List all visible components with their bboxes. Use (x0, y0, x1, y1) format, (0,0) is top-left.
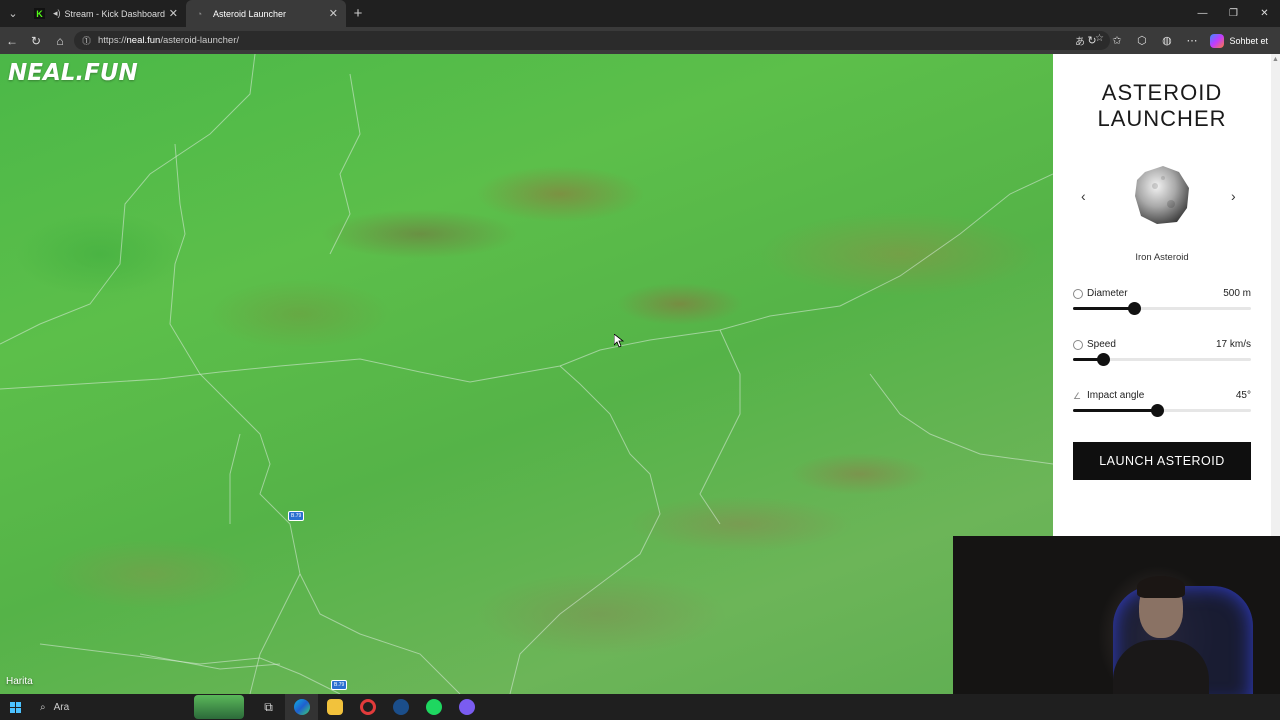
browser-tab-strip: ⌄ K ◂) Stream - Kick Dashboard ✕ ◔ Aster… (0, 0, 1280, 27)
launch-asteroid-button[interactable]: LAUNCH ASTEROID (1073, 442, 1251, 480)
file-explorer-icon[interactable] (318, 694, 351, 720)
impact-angle-slider[interactable] (1073, 404, 1251, 417)
task-view-icon[interactable]: ⧉ (252, 694, 285, 720)
road-badge: B.79 (331, 680, 348, 690)
control-panel: ASTEROID LAUNCHER ‹ › Iron Asteroid Diam… (1053, 54, 1271, 536)
diameter-icon (1073, 288, 1083, 299)
kick-favicon-icon: K (34, 8, 45, 19)
mouse-cursor-icon (614, 334, 624, 348)
asteroid-name: Iron Asteroid (1135, 252, 1189, 263)
tab-kick-dashboard[interactable]: K ◂) Stream - Kick Dashboard ✕ (26, 0, 186, 27)
speed-icon (1073, 339, 1083, 350)
next-asteroid-button[interactable]: › (1231, 188, 1236, 204)
previous-asteroid-button[interactable]: ‹ (1081, 188, 1086, 204)
streamer-hair (1137, 576, 1185, 598)
close-tab-icon[interactable]: ✕ (169, 7, 178, 20)
url-prefix: https:// (98, 35, 127, 46)
steam-icon[interactable] (384, 694, 417, 720)
profile-icon[interactable]: ◍ (1154, 34, 1179, 47)
copilot-button[interactable]: Sohbet et (1204, 33, 1280, 48)
speed-label: Speed (1087, 339, 1116, 350)
restore-icon[interactable]: ❐ (1218, 0, 1249, 27)
neal-fun-favicon-icon: ◔ (196, 8, 203, 19)
map-roads (0, 54, 1053, 694)
minimize-icon[interactable]: — (1187, 0, 1218, 27)
road-badge: B.79 (288, 511, 305, 521)
discord-icon[interactable] (450, 694, 483, 720)
impact-angle-control: ∠ Impact angle 45° (1073, 390, 1251, 417)
taskbar-search[interactable]: ⌕ Ara (30, 702, 170, 713)
diameter-value: 500 m (1223, 288, 1251, 299)
close-window-icon[interactable]: ✕ (1249, 0, 1280, 27)
satellite-map[interactable]: NEAL.FUN B.79 B.79 Harita (0, 54, 1053, 694)
speed-control: Speed 17 km/s (1073, 339, 1251, 366)
widgets-icon[interactable] (194, 695, 244, 719)
window-controls: — ❐ ✕ (1187, 0, 1280, 27)
windows-taskbar: ⌕ Ara ⧉ (0, 694, 1280, 720)
map-attribution: Harita (6, 676, 33, 687)
webcam-overlay (953, 536, 1280, 694)
scroll-up-icon[interactable]: ▲ (1272, 56, 1279, 63)
start-button[interactable] (0, 701, 30, 713)
spotify-icon[interactable] (417, 694, 450, 720)
url-path: /asteroid-launcher/ (160, 35, 240, 46)
windows-logo-icon (9, 701, 21, 713)
back-icon[interactable]: ← (0, 27, 24, 54)
new-tab-button[interactable]: + (346, 5, 370, 22)
speed-slider[interactable] (1073, 353, 1251, 366)
tab-actions-menu-button[interactable]: ⌄ (0, 0, 26, 27)
address-bar[interactable]: ⓵ https://neal.fun/asteroid-launcher/ あ … (74, 31, 1110, 50)
diameter-slider-handle[interactable] (1127, 302, 1141, 315)
url-host: neal.fun (126, 35, 161, 46)
extensions-icon[interactable]: ⬡ (1129, 34, 1154, 47)
favorites-icon[interactable]: ✩ (1104, 34, 1129, 47)
reload-icon[interactable]: ↻ (24, 27, 48, 54)
impact-angle-label: Impact angle (1087, 390, 1145, 401)
neal-fun-logo[interactable]: NEAL.FUN (8, 60, 138, 86)
speed-slider-handle[interactable] (1097, 353, 1111, 366)
copilot-icon (1210, 33, 1225, 48)
diameter-control: Diameter 500 m (1073, 288, 1251, 315)
home-icon[interactable]: ⌂ (48, 27, 72, 54)
speaker-icon: ◂) (53, 8, 61, 18)
impact-angle-slider-handle[interactable] (1150, 404, 1164, 417)
opera-gx-icon[interactable] (351, 694, 384, 720)
diameter-label: Diameter (1087, 288, 1128, 299)
angle-icon: ∠ (1073, 390, 1082, 401)
browser-toolbar: ← ↻ ⌂ ⓵ https://neal.fun/asteroid-launch… (0, 27, 1280, 54)
asteroid-image (1135, 166, 1189, 224)
refresh-extension-icon[interactable]: ↻ (1079, 34, 1104, 47)
tab-label: Asteroid Launcher (213, 8, 287, 19)
search-icon: ⌕ (40, 701, 46, 713)
speed-value: 17 km/s (1215, 339, 1251, 350)
search-label: Ara (53, 701, 70, 713)
site-info-icon[interactable]: ⓵ (82, 34, 92, 47)
tab-label: Stream - Kick Dashboard (64, 8, 166, 19)
page-content: NEAL.FUN B.79 B.79 Harita ASTEROID LAUNC… (0, 54, 1280, 694)
close-tab-icon[interactable]: ✕ (329, 7, 338, 20)
edge-icon[interactable] (285, 694, 318, 720)
diameter-slider[interactable] (1073, 302, 1251, 315)
copilot-label: Sohbet et (1229, 35, 1268, 46)
page-title: ASTEROID LAUNCHER (1097, 80, 1227, 131)
tab-asteroid-launcher[interactable]: ◔ Asteroid Launcher ✕ (186, 0, 346, 27)
impact-angle-value: 45° (1235, 390, 1251, 401)
more-menu-icon[interactable]: ⋯ (1179, 34, 1204, 47)
